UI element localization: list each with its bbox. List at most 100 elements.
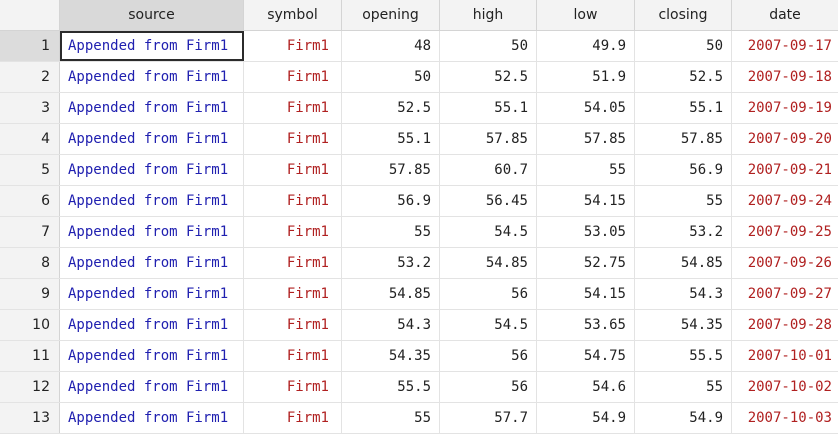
table-row[interactable]: 5 Appended from Firm1 Firm1 57.85 60.7 55 56.9…: [0, 155, 838, 186]
cell-symbol[interactable]: Firm1: [244, 62, 342, 92]
row-number[interactable]: 10: [0, 310, 60, 340]
table-row[interactable]: 1 Appended from Firm1 Firm1 48 50 49.9 50 2007-…: [0, 31, 838, 62]
table-row[interactable]: 3 Appended from Firm1 Firm1 52.5 55.1 54.05 55…: [0, 93, 838, 124]
cell-high[interactable]: 57.85: [440, 124, 537, 154]
cell-symbol[interactable]: Firm1: [244, 310, 342, 340]
cell-low[interactable]: 54.15: [537, 279, 635, 309]
cell-symbol[interactable]: Firm1: [244, 186, 342, 216]
cell-high[interactable]: 54.5: [440, 217, 537, 247]
cell-source[interactable]: Appended from Firm1: [60, 372, 244, 402]
cell-symbol[interactable]: Firm1: [244, 341, 342, 371]
cell-closing[interactable]: 54.3: [635, 279, 732, 309]
cell-date[interactable]: 2007-09-20: [732, 124, 838, 154]
cell-symbol[interactable]: Firm1: [244, 279, 342, 309]
cell-source[interactable]: Appended from Firm1: [60, 341, 244, 371]
cell-closing[interactable]: 55.5: [635, 341, 732, 371]
cell-closing[interactable]: 54.35: [635, 310, 732, 340]
cell-closing[interactable]: 53.2: [635, 217, 732, 247]
cell-high[interactable]: 50: [440, 31, 537, 61]
cell-high[interactable]: 56: [440, 279, 537, 309]
cell-source[interactable]: Appended from Firm1: [60, 62, 244, 92]
cell-opening[interactable]: 55.5: [342, 372, 440, 402]
cell-source[interactable]: Appended from Firm1: [60, 155, 244, 185]
cell-closing[interactable]: 54.85: [635, 248, 732, 278]
cell-opening[interactable]: 57.85: [342, 155, 440, 185]
cell-opening[interactable]: 50: [342, 62, 440, 92]
cell-date[interactable]: 2007-09-18: [732, 62, 838, 92]
cell-closing[interactable]: 56.9: [635, 155, 732, 185]
cell-symbol[interactable]: Firm1: [244, 31, 342, 61]
cell-closing[interactable]: 55: [635, 372, 732, 402]
cell-symbol[interactable]: Firm1: [244, 124, 342, 154]
corner-cell[interactable]: [0, 0, 60, 30]
cell-low[interactable]: 54.6: [537, 372, 635, 402]
cell-low[interactable]: 57.85: [537, 124, 635, 154]
cell-closing[interactable]: 50: [635, 31, 732, 61]
cell-date[interactable]: 2007-09-28: [732, 310, 838, 340]
table-row[interactable]: 11 Appended from Firm1 Firm1 54.35 56 54.75 55…: [0, 341, 838, 372]
cell-high[interactable]: 55.1: [440, 93, 537, 123]
cell-high[interactable]: 52.5: [440, 62, 537, 92]
column-header-high[interactable]: high: [440, 0, 537, 30]
cell-low[interactable]: 54.75: [537, 341, 635, 371]
column-header-date[interactable]: date: [732, 0, 838, 30]
cell-high[interactable]: 56: [440, 372, 537, 402]
cell-date[interactable]: 2007-09-27: [732, 279, 838, 309]
table-row[interactable]: 12 Appended from Firm1 Firm1 55.5 56 54.6 55 20…: [0, 372, 838, 403]
cell-symbol[interactable]: Firm1: [244, 93, 342, 123]
row-number[interactable]: 3: [0, 93, 60, 123]
cell-low[interactable]: 54.15: [537, 186, 635, 216]
row-number[interactable]: 9: [0, 279, 60, 309]
row-number[interactable]: 5: [0, 155, 60, 185]
table-row[interactable]: 4 Appended from Firm1 Firm1 55.1 57.85 57.85 5…: [0, 124, 838, 155]
cell-opening[interactable]: 54.85: [342, 279, 440, 309]
row-number[interactable]: 1: [0, 31, 60, 61]
cell-date[interactable]: 2007-09-25: [732, 217, 838, 247]
cell-low[interactable]: 53.65: [537, 310, 635, 340]
cell-high[interactable]: 60.7: [440, 155, 537, 185]
cell-source[interactable]: Appended from Firm1: [60, 186, 244, 216]
cell-low[interactable]: 52.75: [537, 248, 635, 278]
cell-source[interactable]: Appended from Firm1: [60, 217, 244, 247]
column-header-opening[interactable]: opening: [342, 0, 440, 30]
cell-high[interactable]: 54.5: [440, 310, 537, 340]
row-number[interactable]: 12: [0, 372, 60, 402]
row-number[interactable]: 11: [0, 341, 60, 371]
cell-source[interactable]: Appended from Firm1: [60, 310, 244, 340]
cell-low[interactable]: 51.9: [537, 62, 635, 92]
cell-source[interactable]: Appended from Firm1: [60, 248, 244, 278]
column-header-low[interactable]: low: [537, 0, 635, 30]
row-number[interactable]: 6: [0, 186, 60, 216]
cell-low[interactable]: 49.9: [537, 31, 635, 61]
cell-low[interactable]: 54.05: [537, 93, 635, 123]
cell-opening[interactable]: 56.9: [342, 186, 440, 216]
cell-low[interactable]: 53.05: [537, 217, 635, 247]
table-row[interactable]: 10 Appended from Firm1 Firm1 54.3 54.5 53.65 5…: [0, 310, 838, 341]
cell-symbol[interactable]: Firm1: [244, 248, 342, 278]
table-row[interactable]: 6 Appended from Firm1 Firm1 56.9 56.45 54.15 5…: [0, 186, 838, 217]
table-row[interactable]: 7 Appended from Firm1 Firm1 55 54.5 53.05 53.2…: [0, 217, 838, 248]
cell-date[interactable]: 2007-09-17: [732, 31, 838, 61]
cell-opening[interactable]: 48: [342, 31, 440, 61]
column-header-source[interactable]: source: [60, 0, 244, 30]
cell-low[interactable]: 55: [537, 155, 635, 185]
cell-source[interactable]: Appended from Firm1: [60, 279, 244, 309]
cell-opening[interactable]: 54.35: [342, 341, 440, 371]
table-row[interactable]: 2 Appended from Firm1 Firm1 50 52.5 51.9 52.5 2…: [0, 62, 838, 93]
cell-high[interactable]: 56.45: [440, 186, 537, 216]
cell-date[interactable]: 2007-09-26: [732, 248, 838, 278]
table-row[interactable]: 9 Appended from Firm1 Firm1 54.85 56 54.15 54.…: [0, 279, 838, 310]
column-header-symbol[interactable]: symbol: [244, 0, 342, 30]
cell-source[interactable]: Appended from Firm1: [60, 31, 244, 61]
cell-symbol[interactable]: Firm1: [244, 155, 342, 185]
column-header-closing[interactable]: closing: [635, 0, 732, 30]
cell-closing[interactable]: 55.1: [635, 93, 732, 123]
cell-source[interactable]: Appended from Firm1: [60, 124, 244, 154]
cell-closing[interactable]: 52.5: [635, 62, 732, 92]
cell-date[interactable]: 2007-10-01: [732, 341, 838, 371]
cell-high[interactable]: 54.85: [440, 248, 537, 278]
row-number[interactable]: 7: [0, 217, 60, 247]
cell-date[interactable]: 2007-09-19: [732, 93, 838, 123]
cell-opening[interactable]: 55.1: [342, 124, 440, 154]
cell-closing[interactable]: 55: [635, 186, 732, 216]
